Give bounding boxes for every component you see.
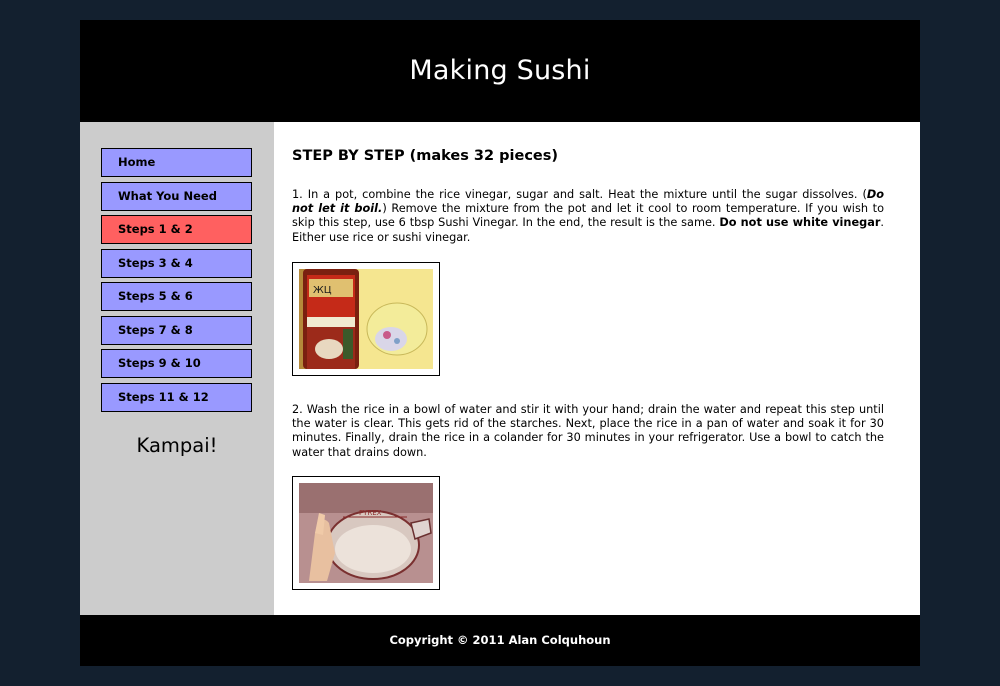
nav-steps-7-8[interactable]: Steps 7 & 8 — [101, 315, 252, 345]
site-footer: Copyright © 2011 Alan Colquhoun — [80, 615, 920, 666]
site-header: Making Sushi — [80, 20, 920, 122]
nav-steps-9-10[interactable]: Steps 9 & 10 — [101, 349, 252, 378]
svg-text:PYREX: PYREX — [359, 509, 382, 517]
main-content: STEP BY STEP (makes 32 pieces) 1. In a p… — [274, 122, 920, 615]
rice-bowl-image: PYREX — [299, 483, 433, 583]
page-heading: STEP BY STEP (makes 32 pieces) — [292, 148, 559, 164]
nav-what-you-need[interactable]: What You Need — [101, 181, 252, 211]
step-1-strong: Do not use white vinegar — [719, 216, 881, 230]
nav-steps-1-2[interactable]: Steps 1 & 2 — [101, 215, 252, 244]
rice-washing-photo: PYREX — [292, 476, 440, 590]
vinegar-bottle-image: ЖЦ — [299, 269, 433, 369]
page-wrapper: Making Sushi Home What You Need Steps 1 … — [80, 20, 920, 666]
step-1-text: 1. In a pot, combine the rice vinegar, s… — [292, 188, 884, 245]
sidebar-nav: Home What You Need Steps 1 & 2 Steps 3 &… — [101, 148, 252, 416]
nav-steps-5-6[interactable]: Steps 5 & 6 — [101, 282, 252, 311]
nav-steps-3-4[interactable]: Steps 3 & 4 — [101, 248, 252, 278]
nav-home[interactable]: Home — [101, 148, 252, 177]
sushi-vinegar-photo: ЖЦ — [292, 262, 440, 376]
copyright-text: Copyright © 2011 Alan Colquhoun — [389, 633, 611, 647]
site-title: Making Sushi — [409, 55, 591, 86]
svg-text:ЖЦ: ЖЦ — [313, 285, 332, 296]
sidebar-tagline: Kampai! — [136, 434, 218, 457]
sidebar: Home What You Need Steps 1 & 2 Steps 3 &… — [80, 122, 274, 615]
nav-steps-11-12[interactable]: Steps 11 & 12 — [101, 382, 252, 412]
step-1-part1: 1. In a pot, combine the rice vinegar, s… — [292, 188, 867, 201]
step-2-text: 2. Wash the rice in a bowl of water and … — [292, 403, 884, 459]
